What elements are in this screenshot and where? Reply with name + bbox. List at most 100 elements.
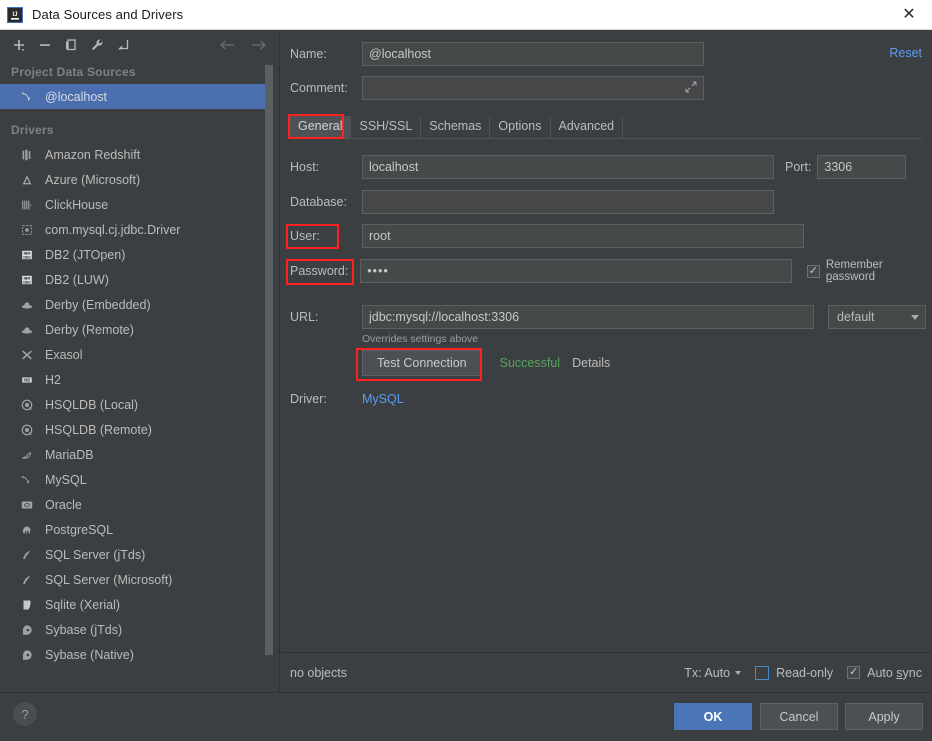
driver-list-item[interactable]: Sybase (Native) bbox=[0, 642, 279, 667]
overrides-hint: Overrides settings above bbox=[362, 333, 479, 345]
cancel-button[interactable]: Cancel bbox=[760, 703, 838, 730]
sidebar-tree[interactable]: Project Data Sources @localhost Drivers … bbox=[0, 60, 279, 692]
driver-list-item[interactable]: Sqlite (Xerial) bbox=[0, 592, 279, 617]
driver-list-item[interactable]: MySQL bbox=[0, 467, 279, 492]
tab-options[interactable]: Options bbox=[490, 116, 551, 138]
sidebar-scrollbar-thumb[interactable] bbox=[265, 65, 273, 655]
test-connection-button[interactable]: Test Connection bbox=[362, 350, 482, 376]
driver-list-item[interactable]: HSQLDB (Local) bbox=[0, 392, 279, 417]
driver-list-item-label: DB2 (LUW) bbox=[45, 272, 109, 287]
driver-list-item[interactable]: Derby (Remote) bbox=[0, 317, 279, 342]
h2-icon: H2 bbox=[18, 372, 36, 388]
add-button[interactable] bbox=[6, 33, 32, 57]
drivers-header: Drivers bbox=[11, 123, 54, 137]
password-row: Password: Remember password bbox=[290, 259, 932, 283]
url-mode-dropdown[interactable]: default bbox=[828, 305, 926, 329]
tab-advanced[interactable]: Advanced bbox=[550, 116, 624, 138]
apply-button[interactable]: Apply bbox=[845, 703, 923, 730]
read-only-checkbox[interactable] bbox=[755, 665, 770, 680]
host-input[interactable] bbox=[362, 155, 774, 179]
import-button[interactable] bbox=[110, 33, 136, 57]
exasol-icon bbox=[18, 347, 36, 363]
driver-list-item[interactable]: SQL Server (Microsoft) bbox=[0, 567, 279, 592]
reset-link[interactable]: Reset bbox=[889, 46, 922, 60]
driver-list-item-label: ClickHouse bbox=[45, 197, 109, 212]
driver-list-item[interactable]: H2 H2 bbox=[0, 367, 279, 392]
close-icon[interactable]: ✕ bbox=[886, 0, 932, 30]
generic-driver-icon bbox=[18, 222, 36, 238]
url-mode-value: default bbox=[837, 310, 875, 324]
driver-list-item-label: H2 bbox=[45, 372, 61, 387]
database-row: Database: bbox=[290, 190, 774, 214]
tx-chevron-down-icon[interactable] bbox=[735, 670, 742, 675]
oracle-icon bbox=[18, 497, 36, 513]
remember-password-checkbox[interactable] bbox=[806, 264, 820, 278]
sidebar-nav bbox=[217, 30, 269, 60]
comment-input[interactable] bbox=[362, 76, 704, 100]
driver-list-item-label: HSQLDB (Remote) bbox=[45, 422, 152, 437]
remove-button[interactable] bbox=[32, 33, 58, 57]
svg-text:DB2: DB2 bbox=[23, 255, 30, 259]
wrench-icon[interactable] bbox=[84, 33, 110, 57]
driver-list-item[interactable]: SQL Server (jTds) bbox=[0, 542, 279, 567]
sqlite-icon bbox=[18, 597, 36, 613]
drivers-list[interactable]: Amazon Redshift Azure (Microsoft) ClickHou… bbox=[0, 142, 279, 667]
mariadb-seal-icon bbox=[18, 447, 36, 463]
driver-list-item[interactable]: ClickHouse bbox=[0, 192, 279, 217]
driver-label: Driver: bbox=[290, 392, 327, 406]
driver-link[interactable]: MySQL bbox=[362, 392, 404, 406]
auto-sync-checkbox[interactable] bbox=[847, 666, 861, 679]
project-data-sources-header: Project Data Sources bbox=[11, 65, 136, 79]
forward-button[interactable] bbox=[247, 33, 269, 57]
remember-password-row[interactable]: Remember password bbox=[806, 259, 932, 283]
driver-list-item[interactable]: Oracle bbox=[0, 492, 279, 517]
driver-list-item[interactable]: PostgreSQL bbox=[0, 517, 279, 542]
driver-list-item-label: Sqlite (Xerial) bbox=[45, 597, 121, 612]
user-input[interactable] bbox=[362, 224, 804, 248]
port-input[interactable] bbox=[817, 155, 907, 179]
driver-list-item[interactable]: Exasol bbox=[0, 342, 279, 367]
tx-mode-label[interactable]: Tx: Auto bbox=[684, 666, 730, 680]
driver-list-item[interactable]: Sybase (jTds) bbox=[0, 617, 279, 642]
driver-list-item[interactable]: Amazon Redshift bbox=[0, 142, 279, 167]
back-button[interactable] bbox=[217, 33, 239, 57]
ok-button[interactable]: OK bbox=[674, 703, 752, 730]
driver-list-item[interactable]: Azure (Microsoft) bbox=[0, 167, 279, 192]
password-input[interactable] bbox=[360, 259, 792, 283]
sidebar-item-label: @localhost bbox=[45, 89, 108, 104]
clickhouse-icon bbox=[18, 197, 36, 213]
dialog-footer: ? OK Cancel Apply bbox=[0, 692, 932, 741]
sidebar-item-localhost[interactable]: @localhost bbox=[0, 84, 272, 109]
expand-icon[interactable] bbox=[685, 81, 697, 96]
intellij-idea-icon: IJ bbox=[7, 6, 23, 23]
tab-general[interactable]: General bbox=[290, 116, 352, 138]
name-input[interactable] bbox=[362, 42, 704, 66]
host-row: Host: Port: bbox=[290, 155, 907, 179]
name-label: Name: bbox=[290, 47, 327, 61]
driver-list-item[interactable]: IBM DB2 DB2 (JTOpen) bbox=[0, 242, 279, 267]
help-button[interactable]: ? bbox=[13, 702, 37, 726]
tab-schemas[interactable]: Schemas bbox=[421, 116, 491, 138]
settings-tabs[interactable]: General SSH/SSL Schemas Options Advanced bbox=[290, 116, 624, 138]
sqlserver-icon bbox=[18, 572, 36, 588]
host-label: Host: bbox=[290, 160, 320, 174]
driver-list-item[interactable]: Derby (Embedded) bbox=[0, 292, 279, 317]
driver-list-item[interactable]: HSQLDB (Remote) bbox=[0, 417, 279, 442]
azure-icon bbox=[18, 172, 36, 188]
hsqldb-icon bbox=[18, 422, 36, 438]
duplicate-button[interactable] bbox=[58, 33, 84, 57]
database-input[interactable] bbox=[362, 190, 774, 214]
driver-list-item[interactable]: MariaDB bbox=[0, 442, 279, 467]
driver-list-item-label: Oracle bbox=[45, 497, 82, 512]
driver-list-item[interactable]: IBM DB2 DB2 (LUW) bbox=[0, 267, 279, 292]
driver-list-item-label: SQL Server (Microsoft) bbox=[45, 572, 173, 587]
driver-list-item-label: Amazon Redshift bbox=[45, 147, 141, 162]
url-input[interactable] bbox=[362, 305, 814, 329]
driver-list-item-label: MySQL bbox=[45, 472, 87, 487]
sidebar: Project Data Sources @localhost Drivers … bbox=[0, 30, 280, 692]
test-details-link[interactable]: Details bbox=[572, 356, 610, 370]
tab-ssh-ssl[interactable]: SSH/SSL bbox=[351, 116, 422, 138]
auto-sync-label: Auto sync bbox=[867, 665, 922, 680]
test-status-text: Successful bbox=[499, 356, 561, 370]
driver-list-item[interactable]: com.mysql.cj.jdbc.Driver bbox=[0, 217, 279, 242]
